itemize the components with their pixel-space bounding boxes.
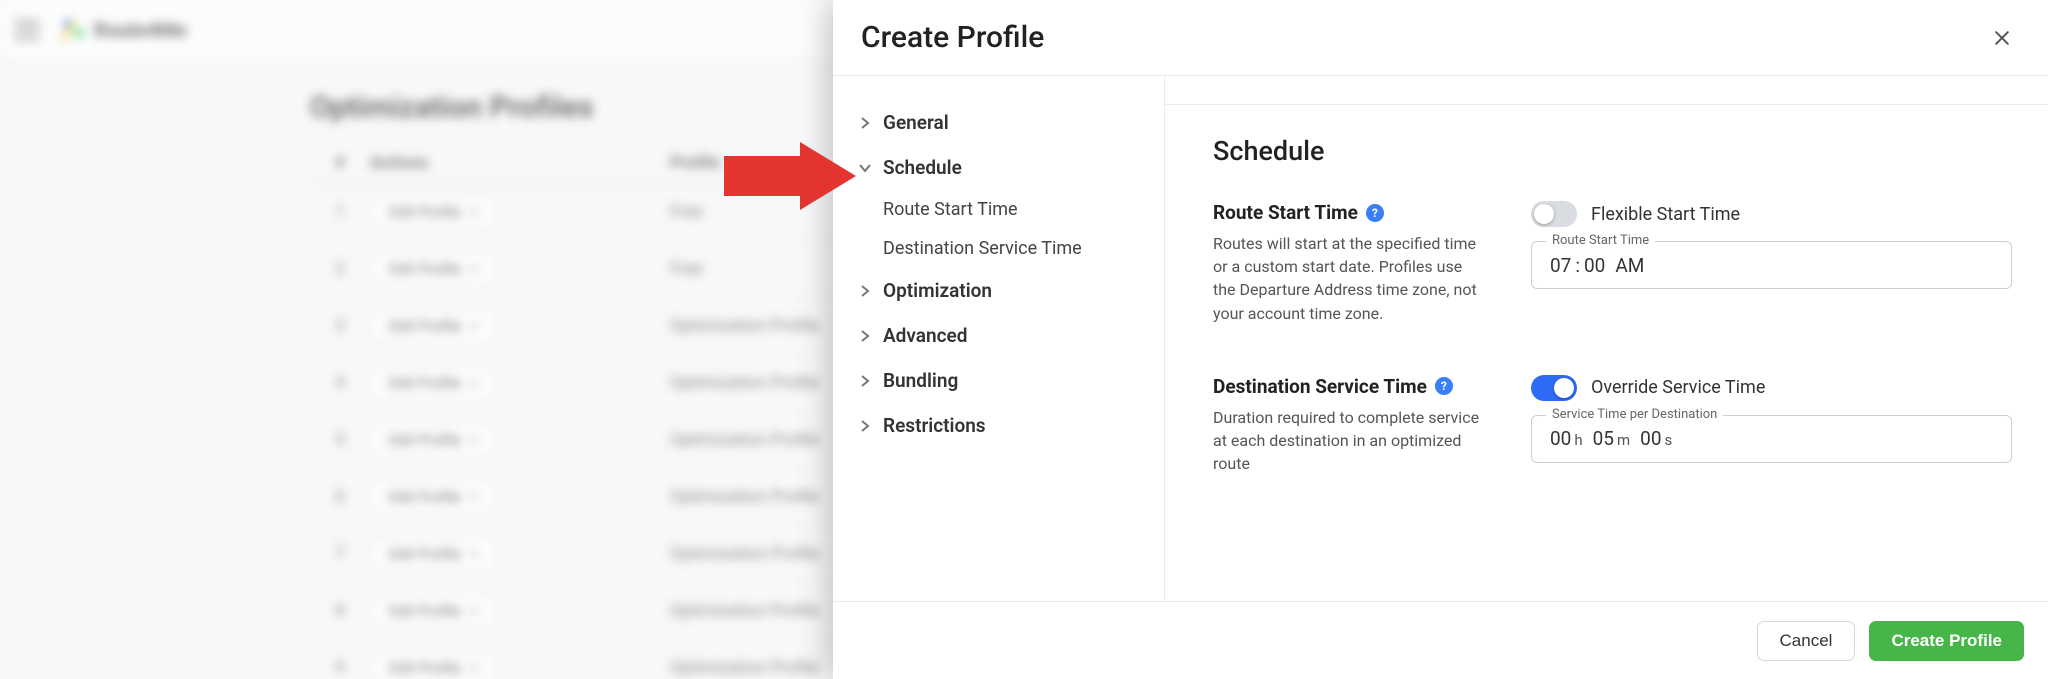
- nav-label: Optimization: [883, 279, 992, 302]
- route-start-time-title: Route Start Time ?: [1213, 201, 1483, 224]
- override-service-time-toggle[interactable]: [1531, 375, 1577, 401]
- field-title-text: Route Start Time: [1213, 201, 1358, 224]
- minutes-unit: m: [1617, 431, 1630, 449]
- hours-value: 00: [1550, 427, 1571, 450]
- nav-item-schedule[interactable]: Schedule: [837, 145, 1154, 190]
- input-label: Route Start Time: [1546, 233, 1655, 248]
- minute-value: 00: [1584, 254, 1605, 277]
- create-profile-button[interactable]: Create Profile: [1869, 621, 2024, 661]
- section-heading: Schedule: [1213, 135, 2012, 167]
- route-start-time-desc: Routes will start at the specified time …: [1213, 232, 1483, 325]
- modal-overlay: Create Profile General Schedule Route St…: [0, 0, 2048, 679]
- destination-service-time-desc: Duration required to complete service at…: [1213, 406, 1483, 476]
- modal-title: Create Profile: [861, 20, 1044, 55]
- nav-item-general[interactable]: General: [837, 100, 1154, 145]
- ampm-value: AM: [1615, 254, 1644, 277]
- nav-item-restrictions[interactable]: Restrictions: [837, 403, 1154, 448]
- hours-unit: h: [1574, 431, 1582, 449]
- nav-item-advanced[interactable]: Advanced: [837, 313, 1154, 358]
- route-start-time-block: Route Start Time ? Routes will start at …: [1213, 201, 2012, 325]
- flexible-start-time-toggle[interactable]: [1531, 201, 1577, 227]
- input-label: Service Time per Destination: [1546, 407, 1723, 422]
- nav-item-optimization[interactable]: Optimization: [837, 268, 1154, 313]
- hour-value: 07: [1550, 254, 1571, 277]
- chevron-right-icon: [857, 285, 873, 297]
- nav-item-bundling[interactable]: Bundling: [837, 358, 1154, 403]
- flexible-start-time-label: Flexible Start Time: [1591, 204, 1740, 225]
- chevron-right-icon: [857, 420, 873, 432]
- modal-content: Schedule Route Start Time ? Routes will …: [1165, 104, 2048, 601]
- route-start-time-input[interactable]: Route Start Time 07 : 00 AM: [1531, 241, 2012, 289]
- nav-label: Restrictions: [883, 414, 986, 437]
- nav-label: Schedule: [883, 156, 962, 179]
- help-icon[interactable]: ?: [1435, 377, 1453, 395]
- modal-nav: General Schedule Route Start Time Destin…: [833, 76, 1165, 601]
- cancel-button[interactable]: Cancel: [1757, 621, 1856, 661]
- destination-service-time-block: Destination Service Time ? Duration requ…: [1213, 375, 2012, 476]
- nav-label: Bundling: [883, 369, 958, 392]
- override-service-time-row: Override Service Time: [1531, 375, 2012, 401]
- field-title-text: Destination Service Time: [1213, 375, 1427, 398]
- help-icon[interactable]: ?: [1366, 204, 1384, 222]
- chevron-right-icon: [857, 117, 873, 129]
- nav-label: Advanced: [883, 324, 967, 347]
- minutes-value: 05: [1593, 427, 1614, 450]
- seconds-value: 00: [1640, 427, 1661, 450]
- modal-footer: Cancel Create Profile: [833, 601, 2048, 679]
- close-button[interactable]: [1984, 20, 2020, 56]
- chevron-right-icon: [857, 330, 873, 342]
- modal-header: Create Profile: [833, 0, 2048, 76]
- modal-body: General Schedule Route Start Time Destin…: [833, 76, 2048, 601]
- nav-sub-destination-service-time[interactable]: Destination Service Time: [837, 229, 1154, 268]
- service-time-per-destination-input[interactable]: Service Time per Destination 00h 05m 00s: [1531, 415, 2012, 463]
- nav-label: General: [883, 111, 949, 134]
- chevron-down-icon: [857, 162, 873, 174]
- create-profile-modal: Create Profile General Schedule Route St…: [833, 0, 2048, 679]
- nav-sub-route-start-time[interactable]: Route Start Time: [837, 190, 1154, 229]
- chevron-right-icon: [857, 375, 873, 387]
- flexible-start-time-row: Flexible Start Time: [1531, 201, 2012, 227]
- time-colon: :: [1575, 254, 1580, 277]
- destination-service-time-title: Destination Service Time ?: [1213, 375, 1483, 398]
- seconds-unit: s: [1665, 431, 1673, 449]
- override-service-time-label: Override Service Time: [1591, 377, 1765, 398]
- close-icon: [1992, 28, 2012, 48]
